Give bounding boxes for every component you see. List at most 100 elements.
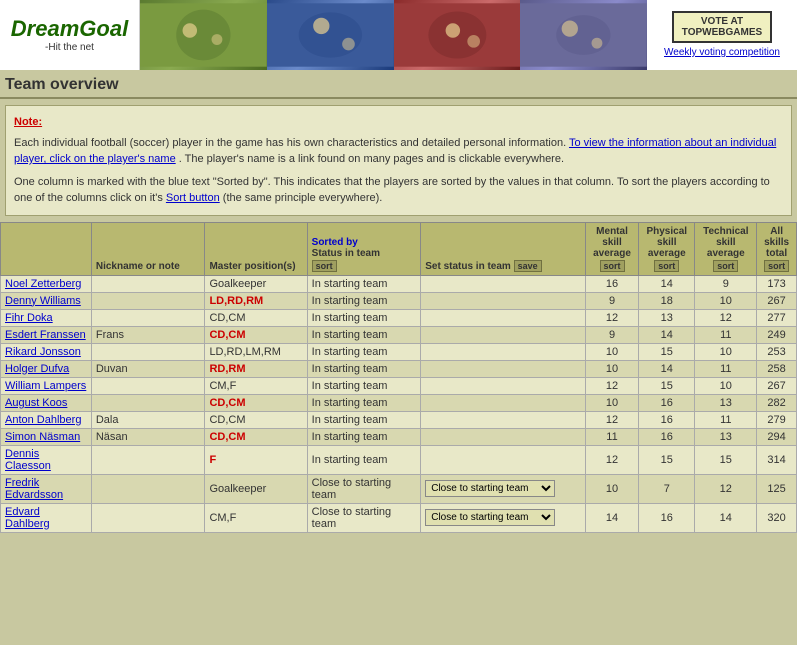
player-name-cell: Simon Näsman (1, 428, 92, 445)
player-name-cell: Esdert Franssen (1, 326, 92, 343)
status-select[interactable]: In starting teamClose to starting teamRe… (425, 509, 555, 526)
player-mental-cell: 12 (585, 309, 638, 326)
note-title: Note: (14, 116, 42, 128)
player-link[interactable]: Holger Dufva (5, 363, 69, 375)
table-row: Edvard DahlbergCM,FClose to starting tea… (1, 503, 797, 532)
player-technical-cell: 10 (695, 377, 757, 394)
sort-mental-btn[interactable]: sort (600, 260, 625, 272)
position-text: LD,RD,RM (209, 295, 263, 307)
th-position: Master position(s) (205, 222, 307, 275)
players-table-wrapper: Nickname or note Master position(s) Sort… (0, 222, 797, 533)
player-link[interactable]: Edvard Dahlberg (5, 506, 50, 530)
player-position-cell: Goalkeeper (205, 474, 307, 503)
player-position-cell: CD,CM (205, 428, 307, 445)
player-nickname-cell: Frans (91, 326, 205, 343)
header: DreamGoal -Hit the net (0, 0, 797, 70)
player-nickname-cell (91, 377, 205, 394)
logo-main: DreamGoal (11, 16, 128, 42)
player-physical-cell: 16 (639, 411, 695, 428)
player-link[interactable]: Fredrik Edvardsson (5, 477, 63, 501)
player-name-cell: Denny Williams (1, 292, 92, 309)
table-row: William LampersCM,FIn starting team12151… (1, 377, 797, 394)
player-physical-cell: 16 (639, 503, 695, 532)
player-physical-cell: 13 (639, 309, 695, 326)
sort-technical-btn[interactable]: sort (713, 260, 738, 272)
player-physical-cell: 18 (639, 292, 695, 309)
player-status-cell: In starting team (307, 428, 421, 445)
table-row: Denny WilliamsLD,RD,RMIn starting team91… (1, 292, 797, 309)
status-select[interactable]: In starting teamClose to starting teamRe… (425, 480, 555, 497)
player-link[interactable]: Denny Williams (5, 295, 81, 307)
player-technical-cell: 10 (695, 292, 757, 309)
note-box: Note: Each individual football (soccer) … (5, 105, 792, 216)
player-all-cell: 294 (757, 428, 797, 445)
th-nickname: Nickname or note (91, 222, 205, 275)
position-text: F (209, 454, 216, 466)
sort-status-btn[interactable]: sort (312, 260, 337, 272)
player-nickname-cell (91, 275, 205, 292)
player-status-cell: In starting team (307, 377, 421, 394)
page-title-bar: Team overview (0, 70, 797, 99)
player-nickname-cell (91, 503, 205, 532)
player-name-cell: Rikard Jonsson (1, 343, 92, 360)
player-all-cell: 320 (757, 503, 797, 532)
player-set-status-cell (421, 445, 586, 474)
player-link[interactable]: Anton Dahlberg (5, 414, 81, 426)
player-technical-cell: 14 (695, 503, 757, 532)
player-name-cell: Anton Dahlberg (1, 411, 92, 428)
header-img-4 (520, 0, 647, 70)
player-technical-cell: 11 (695, 326, 757, 343)
header-img-1 (140, 0, 267, 70)
player-position-cell: F (205, 445, 307, 474)
player-technical-cell: 12 (695, 309, 757, 326)
vote-box[interactable]: VOTE AT TOPWEBGAMES (672, 11, 772, 43)
table-row: Dennis ClaessonFIn starting team12151531… (1, 445, 797, 474)
note-sort-link[interactable]: Sort button (166, 192, 220, 204)
position-text: RD,RM (209, 363, 245, 375)
player-link[interactable]: Noel Zetterberg (5, 278, 81, 290)
player-all-cell: 249 (757, 326, 797, 343)
player-position-cell: CD,CM (205, 411, 307, 428)
th-name (1, 222, 92, 275)
table-row: Holger DufvaDuvanRD,RMIn starting team10… (1, 360, 797, 377)
save-btn[interactable]: save (514, 260, 542, 272)
player-set-status-cell[interactable]: In starting teamClose to starting teamRe… (421, 503, 586, 532)
vote-link[interactable]: Weekly voting competition (664, 47, 780, 58)
table-row: Noel ZetterbergGoalkeeperIn starting tea… (1, 275, 797, 292)
player-link[interactable]: Esdert Franssen (5, 329, 86, 341)
note-text1: Each individual football (soccer) player… (14, 137, 569, 149)
player-link[interactable]: August Koos (5, 397, 67, 409)
sort-all-btn[interactable]: sort (764, 260, 789, 272)
player-nickname-cell: Dala (91, 411, 205, 428)
player-position-cell: CD,CM (205, 394, 307, 411)
player-mental-cell: 10 (585, 360, 638, 377)
player-physical-cell: 7 (639, 474, 695, 503)
player-position-cell: CD,CM (205, 309, 307, 326)
player-link[interactable]: Simon Näsman (5, 431, 80, 443)
sort-physical-btn[interactable]: sort (654, 260, 679, 272)
player-physical-cell: 16 (639, 394, 695, 411)
player-status-cell: In starting team (307, 394, 421, 411)
player-set-status-cell[interactable]: In starting teamClose to starting teamRe… (421, 474, 586, 503)
player-link[interactable]: Rikard Jonsson (5, 346, 81, 358)
table-row: Fredrik EdvardssonGoalkeeperClose to sta… (1, 474, 797, 503)
player-status-cell: In starting team (307, 411, 421, 428)
player-all-cell: 173 (757, 275, 797, 292)
player-mental-cell: 9 (585, 292, 638, 309)
player-nickname-cell (91, 292, 205, 309)
player-status-cell: In starting team (307, 360, 421, 377)
player-nickname-cell (91, 474, 205, 503)
table-row: Fihr DokaCD,CMIn starting team121312277 (1, 309, 797, 326)
player-all-cell: 125 (757, 474, 797, 503)
player-position-cell: CD,CM (205, 326, 307, 343)
player-link[interactable]: William Lampers (5, 380, 86, 392)
player-set-status-cell (421, 360, 586, 377)
table-row: Esdert FranssenFransCD,CMIn starting tea… (1, 326, 797, 343)
player-link[interactable]: Fihr Doka (5, 312, 53, 324)
position-text: CD,CM (209, 431, 245, 443)
position-text: CD,CM (209, 329, 245, 341)
player-link[interactable]: Dennis Claesson (5, 448, 51, 472)
player-set-status-cell (421, 411, 586, 428)
player-status-cell: In starting team (307, 445, 421, 474)
player-physical-cell: 14 (639, 360, 695, 377)
